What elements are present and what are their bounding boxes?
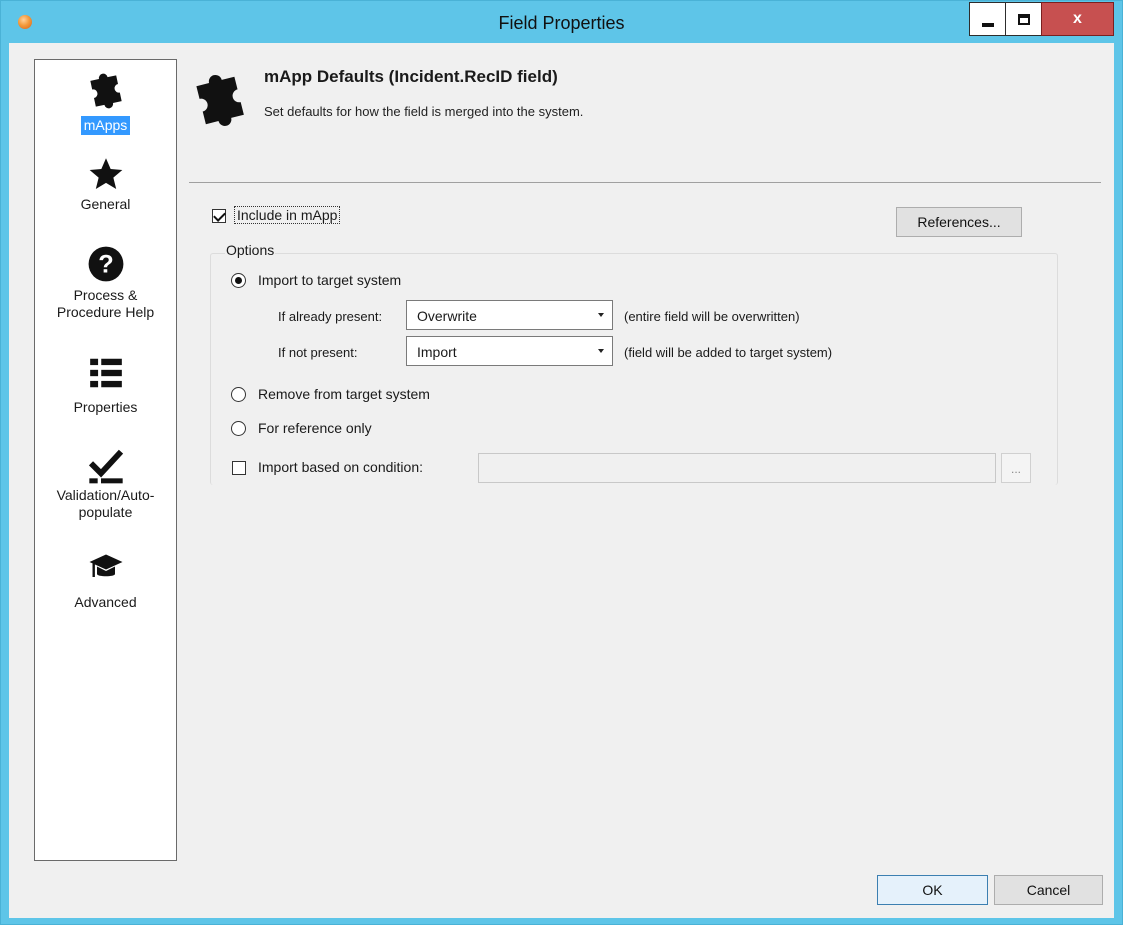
nav-label-process: Process & <box>73 287 138 303</box>
references-button[interactable]: References... <box>896 207 1022 237</box>
list-icon <box>89 358 122 388</box>
if-present-select[interactable]: Overwrite <box>406 300 613 330</box>
condition-browse-button[interactable]: ... <box>1001 453 1031 483</box>
nav-label-validation: Validation/Auto- <box>56 487 155 503</box>
puzzle-icon <box>196 74 244 126</box>
check-icon <box>88 449 123 484</box>
page-subtitle: Set defaults for how the field is merged… <box>264 104 584 119</box>
if-not-present-select[interactable]: Import <box>406 336 613 366</box>
reference-only-radio[interactable] <box>231 421 246 436</box>
svg-text:?: ? <box>98 251 113 279</box>
close-icon: x <box>1073 10 1082 27</box>
title-bar[interactable]: Field Properties x <box>1 1 1122 43</box>
nav-label-procedure-help: Procedure Help <box>56 304 155 320</box>
maximize-button[interactable] <box>1005 2 1042 36</box>
include-in-mapp-label[interactable]: Include in mApp <box>233 206 341 224</box>
nav-item-process-help[interactable]: ? Process & Procedure Help <box>35 245 176 321</box>
reference-only-radio-label[interactable]: For reference only <box>258 420 372 436</box>
field-properties-window: Field Properties x mApps General ? Proce… <box>0 0 1123 925</box>
cancel-button[interactable]: Cancel <box>994 875 1103 905</box>
remove-radio-label[interactable]: Remove from target system <box>258 386 430 402</box>
chevron-down-icon <box>598 349 604 353</box>
import-condition-checkbox[interactable] <box>232 461 246 475</box>
import-condition-label[interactable]: Import based on condition: <box>258 459 423 475</box>
import-radio-label[interactable]: Import to target system <box>258 272 401 288</box>
nav-item-mapps[interactable]: mApps <box>35 69 176 135</box>
close-button[interactable]: x <box>1041 2 1114 36</box>
graduation-cap-icon <box>89 554 122 577</box>
ok-button[interactable]: OK <box>877 875 988 905</box>
window-title: Field Properties <box>498 13 625 33</box>
nav-item-advanced[interactable]: Advanced <box>35 550 176 611</box>
import-radio[interactable] <box>231 273 246 288</box>
minimize-button[interactable] <box>969 2 1006 36</box>
nav-item-general[interactable]: General <box>35 156 176 213</box>
include-in-mapp-checkbox[interactable] <box>212 209 226 223</box>
nav-label-mapps: mApps <box>80 116 131 135</box>
category-nav: mApps General ? Process & Procedure Help <box>34 59 177 861</box>
if-not-present-note: (field will be added to target system) <box>624 345 833 360</box>
if-present-note: (entire field will be overwritten) <box>624 309 800 324</box>
maximize-icon <box>1017 13 1030 25</box>
options-legend: Options <box>225 242 276 258</box>
condition-input[interactable] <box>478 453 996 483</box>
nav-item-validation[interactable]: Validation/Auto- populate <box>35 445 176 521</box>
nav-item-properties[interactable]: Properties <box>35 354 176 416</box>
nav-label-general: General <box>80 196 131 212</box>
page-title: mApp Defaults (Incident.RecID field) <box>264 67 558 86</box>
chevron-down-icon <box>598 313 604 317</box>
puzzle-icon <box>89 73 122 109</box>
nav-label-populate: populate <box>78 504 133 520</box>
minimize-icon <box>981 23 994 27</box>
header-divider <box>189 182 1101 183</box>
if-present-value: Overwrite <box>417 308 477 324</box>
if-not-present-label: If not present: <box>278 345 358 360</box>
nav-label-advanced: Advanced <box>74 594 137 610</box>
help-icon: ? <box>88 246 123 282</box>
nav-label-properties: Properties <box>73 399 138 415</box>
if-present-label: If already present: <box>278 309 383 324</box>
if-not-present-value: Import <box>417 344 457 360</box>
dialog-client-area: mApps General ? Process & Procedure Help <box>9 43 1114 918</box>
remove-radio[interactable] <box>231 387 246 402</box>
star-icon <box>89 158 122 189</box>
